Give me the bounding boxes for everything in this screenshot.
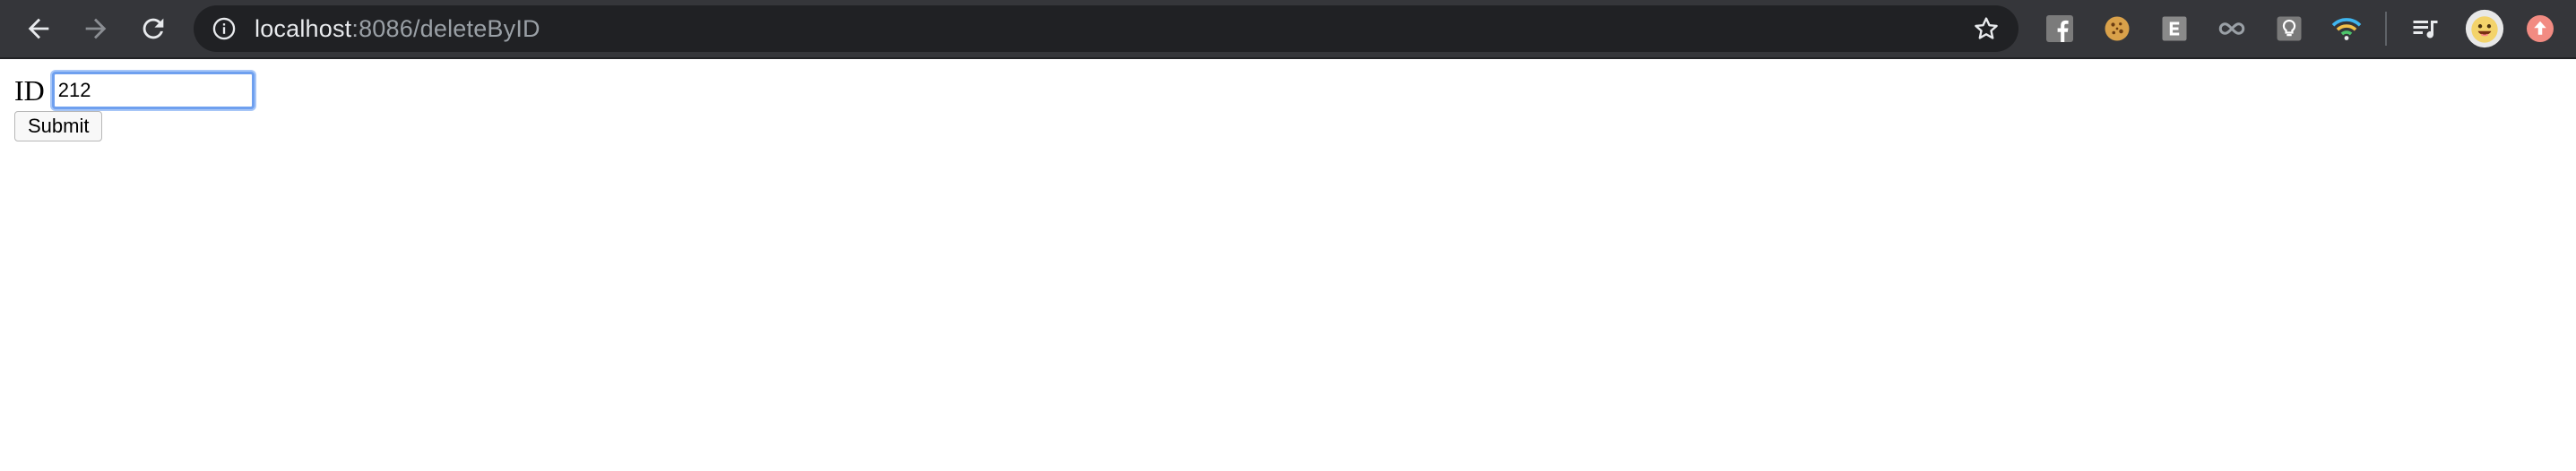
update-icon[interactable] <box>2524 13 2556 45</box>
url-text[interactable]: localhost:8086/deleteByID <box>255 5 540 52</box>
back-button[interactable] <box>18 8 59 49</box>
reload-button[interactable] <box>133 8 174 49</box>
id-input[interactable] <box>51 72 255 109</box>
lightbulb-extension-icon[interactable] <box>2273 13 2305 45</box>
wifi-extension-icon[interactable] <box>2330 13 2363 45</box>
facebook-extension-icon[interactable] <box>2044 13 2076 45</box>
browser-toolbar: localhost:8086/deleteByID <box>0 0 2576 59</box>
star-icon[interactable] <box>1972 14 2001 43</box>
forward-button[interactable] <box>75 8 117 49</box>
back-arrow-icon <box>28 18 49 39</box>
cookie-extension-icon[interactable] <box>2101 13 2133 45</box>
submit-button[interactable]: Submit <box>14 111 103 141</box>
forward-arrow-icon <box>85 18 107 39</box>
url-path: :8086/deleteByID <box>351 15 540 42</box>
toolbar-separator <box>2385 12 2387 46</box>
url-host: localhost <box>255 15 352 42</box>
page-content: ID Submit <box>0 61 2576 471</box>
e-extension-icon[interactable] <box>2158 13 2191 45</box>
infinity-extension-icon[interactable] <box>2216 13 2248 45</box>
delete-by-id-form: ID <box>14 72 255 109</box>
reload-icon <box>143 18 164 39</box>
address-bar[interactable]: localhost:8086/deleteByID <box>194 5 2018 52</box>
playlist-icon[interactable] <box>2409 13 2442 45</box>
id-label: ID <box>14 74 45 107</box>
info-icon[interactable] <box>212 16 237 41</box>
profile-avatar-icon[interactable] <box>2465 9 2504 48</box>
